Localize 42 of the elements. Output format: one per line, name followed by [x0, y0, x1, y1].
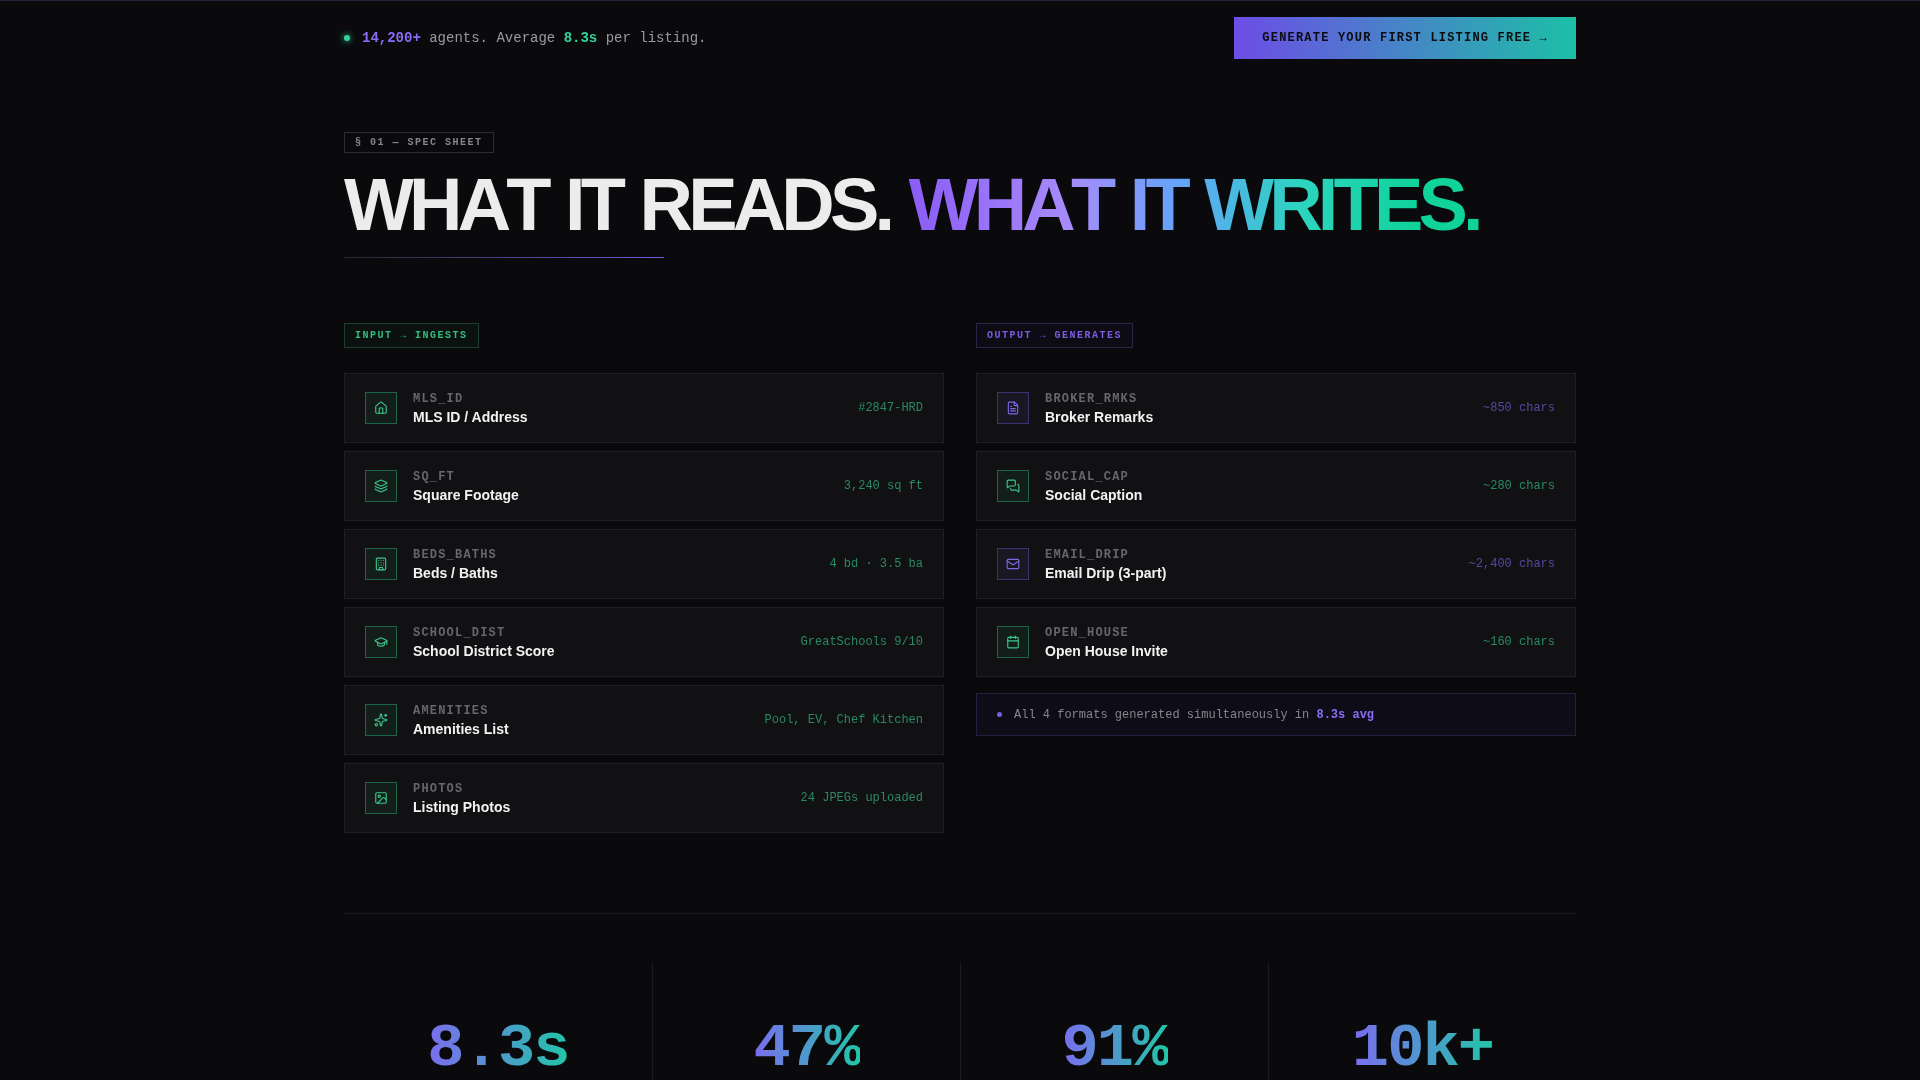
format-length: ~2,400 chars	[1468, 556, 1555, 572]
field-key: AMENITIES	[413, 702, 489, 719]
generation-note: All 4 formats generated simultaneously in 8.3s avg	[1014, 706, 1375, 724]
field-title: School District Score	[413, 641, 555, 660]
field-value: 24 JPEGs uploaded	[800, 790, 923, 806]
format-length: ~280 chars	[1483, 478, 1555, 494]
sparkles-icon	[365, 704, 397, 736]
field-title: Square Footage	[413, 485, 519, 504]
format-length: ~160 chars	[1483, 634, 1555, 650]
field-title: Listing Photos	[413, 797, 511, 816]
agents-tagline: 14,200+ agents. Average 8.3s per listing.	[362, 28, 707, 48]
image-icon	[365, 782, 397, 814]
input-tag: INPUT → INGESTS	[344, 323, 479, 348]
format-title: Social Caption	[1045, 485, 1143, 504]
format-key: BROKER_RMKS	[1045, 390, 1138, 407]
house-icon	[365, 392, 397, 424]
field-key: MLS_ID	[413, 390, 464, 407]
field-title: Beds / Baths	[413, 563, 498, 582]
section-tag: § 01 — SPEC SHEET	[344, 132, 494, 153]
format-key: OPEN_HOUSE	[1045, 624, 1129, 641]
field-title: MLS ID / Address	[413, 407, 528, 426]
field-title: Amenities List	[413, 719, 509, 738]
format-key: SOCIAL_CAP	[1045, 468, 1129, 485]
field-key: BEDS_BATHS	[413, 546, 497, 563]
graduation-cap-icon	[365, 626, 397, 658]
format-title: Open House Invite	[1045, 641, 1168, 660]
field-key: SCHOOL_DIST	[413, 624, 506, 641]
format-key: EMAIL_DRIP	[1045, 546, 1129, 563]
generate-listing-button[interactable]: GENERATE YOUR FIRST LISTING FREE →	[1234, 17, 1576, 59]
field-value: GreatSchools 9/10	[800, 634, 923, 650]
building-icon	[365, 548, 397, 580]
output-tag: OUTPUT → GENERATES	[976, 323, 1134, 348]
field-value: 3,240 sq ft	[843, 478, 923, 494]
layers-icon	[365, 470, 397, 502]
field-key: SQ_FT	[413, 468, 455, 485]
field-value: 4 bd · 3.5 ba	[829, 556, 923, 572]
field-value: Pool, EV, Chef Kitchen	[764, 712, 923, 728]
format-length: ~850 chars	[1483, 400, 1555, 416]
format-title: Broker Remarks	[1045, 407, 1154, 426]
field-value: #2847-HRD	[858, 400, 923, 416]
field-key: PHOTOS	[413, 780, 464, 797]
format-title: Email Drip (3-part)	[1045, 563, 1167, 582]
